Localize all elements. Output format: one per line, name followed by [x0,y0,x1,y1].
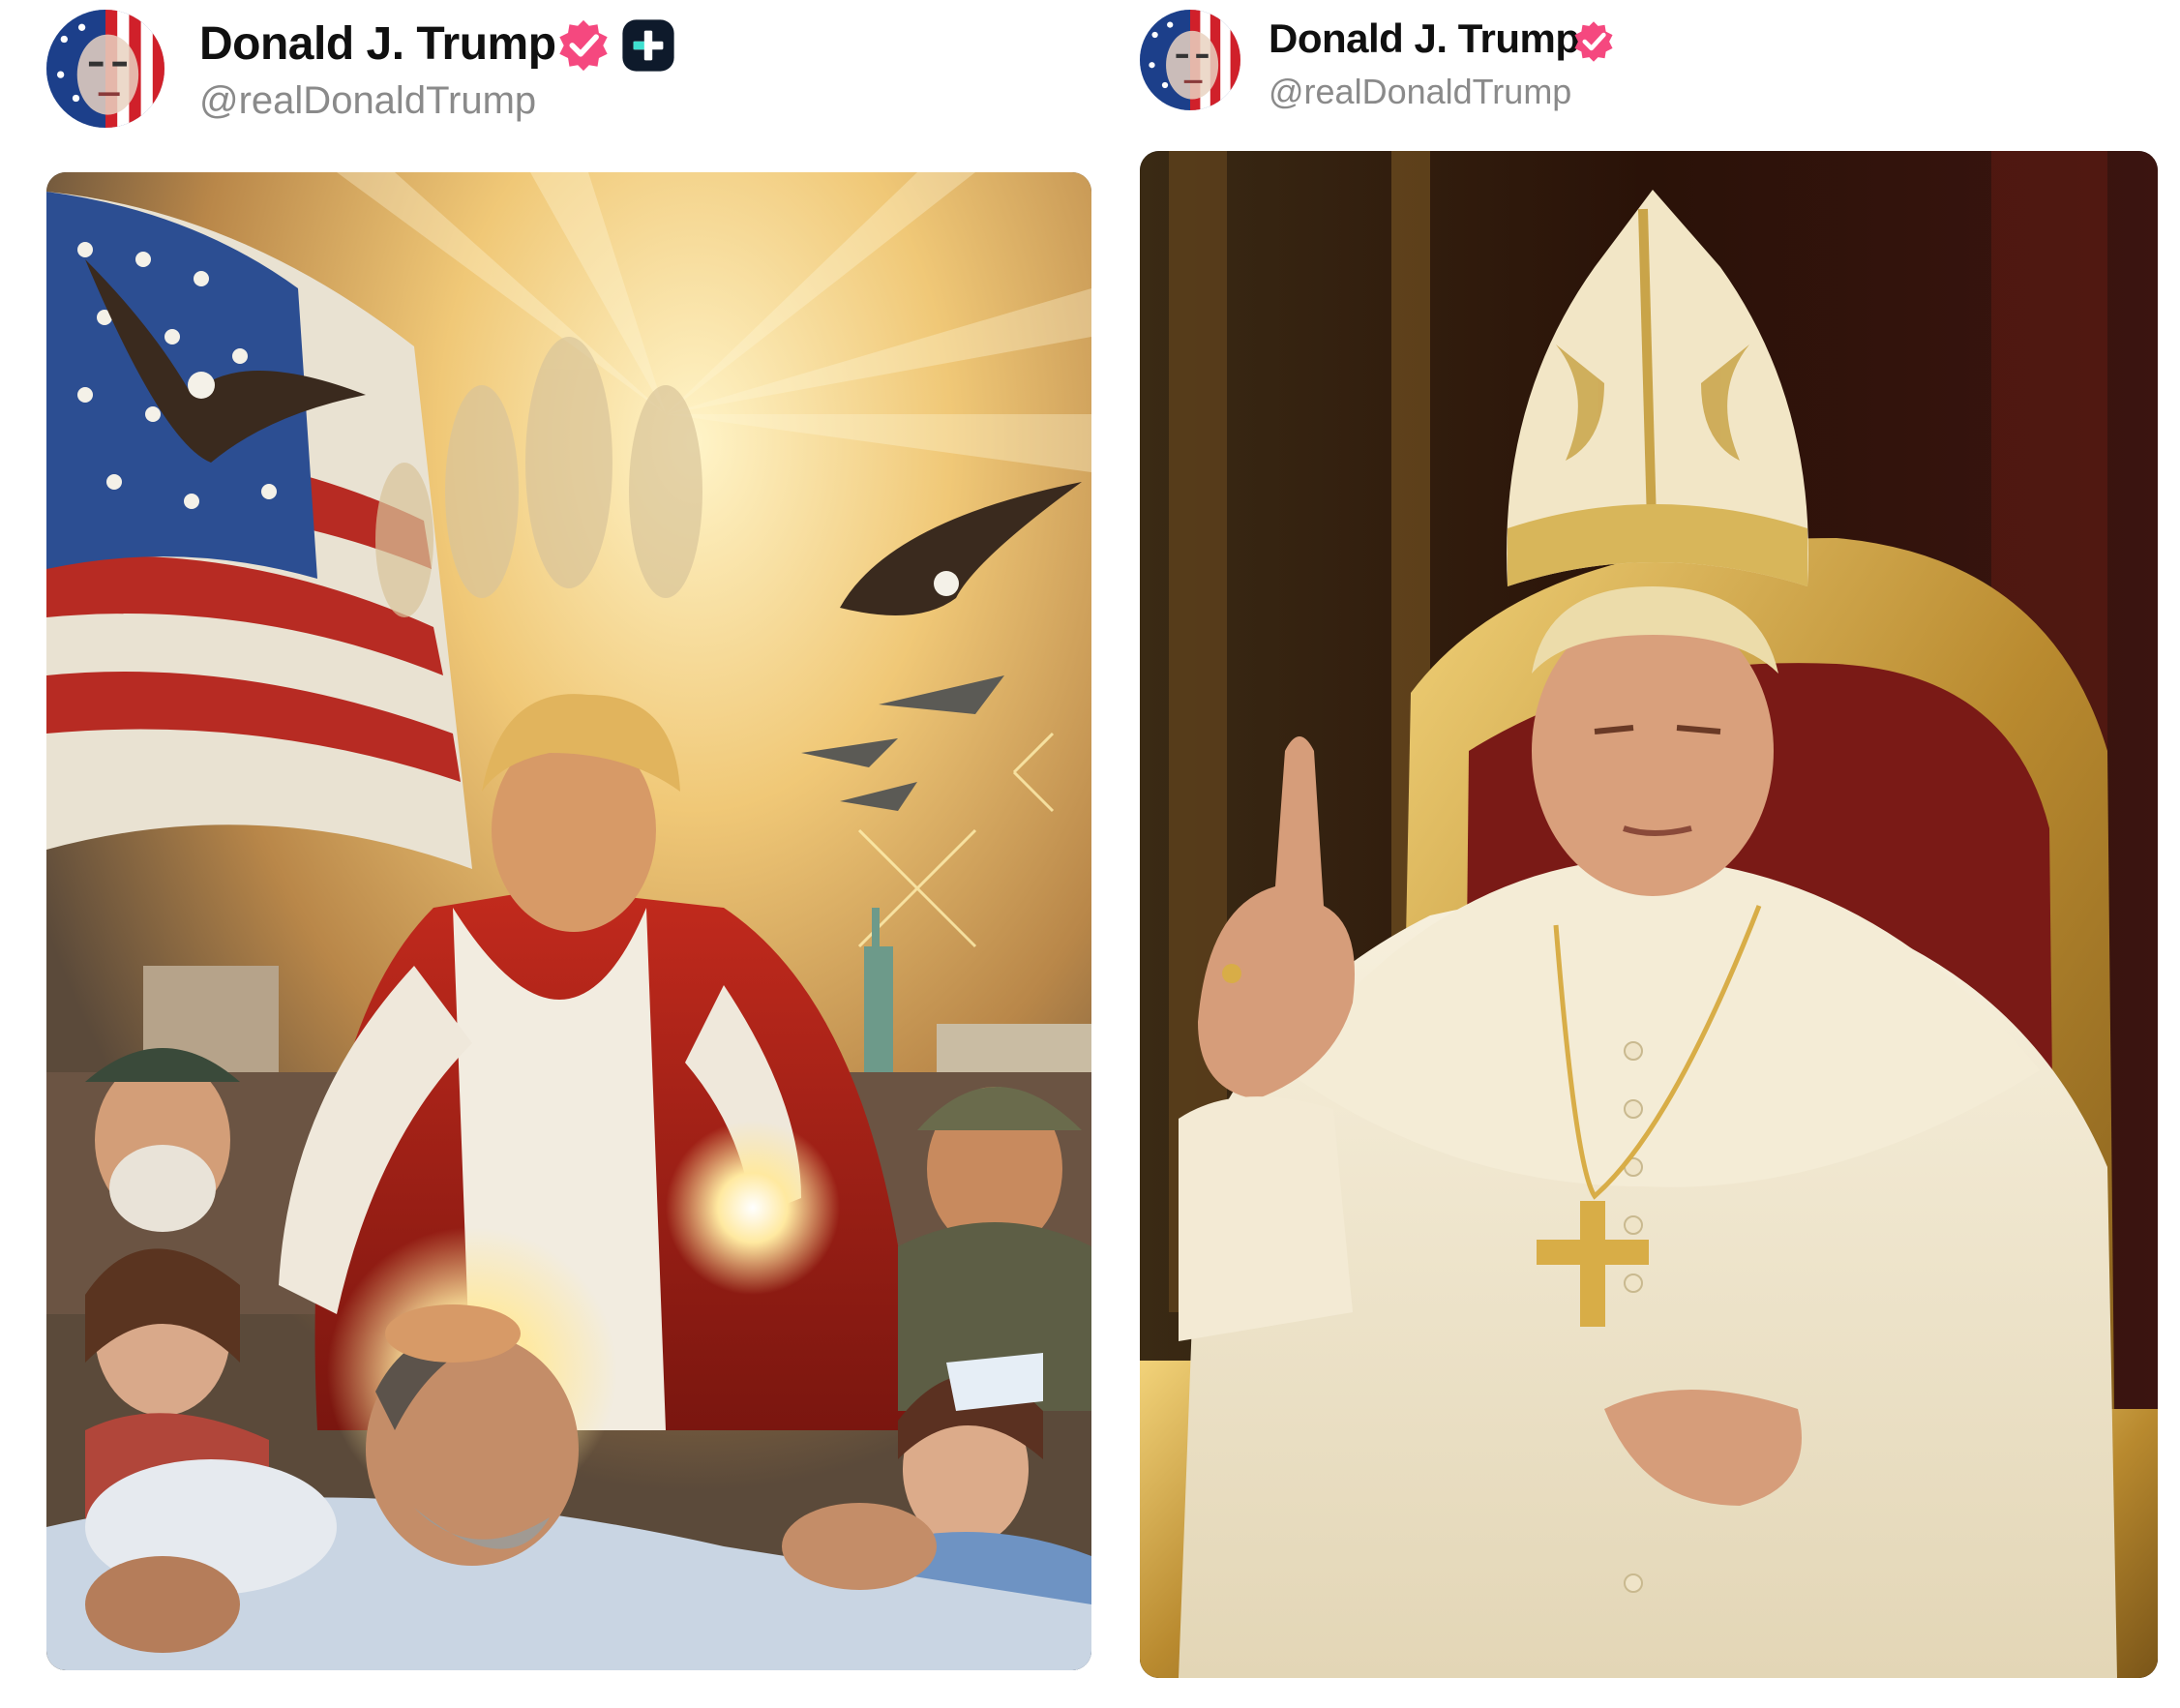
post-card: Donald J. Trump @realDonaldTrump [0,0,1093,1708]
portrait-papal-image [1140,151,2158,1678]
author-avatar[interactable] [46,10,164,128]
post-card: Donald J. Trump @realDonaldTrump [1093,0,2180,1708]
author-display-name[interactable]: Donald J. Trump [199,17,556,71]
post-image[interactable] [1140,151,2158,1678]
verified-badge-icon [1571,19,1616,64]
painting-healer-image [46,172,1091,1670]
author-avatar[interactable] [1140,10,1240,110]
author-handle[interactable]: @realDonaldTrump [1269,72,1571,112]
author-handle[interactable]: @realDonaldTrump [199,79,536,123]
plus-badge-icon [621,18,675,73]
avatar-flag-face-icon [46,10,164,128]
author-display-name[interactable]: Donald J. Trump [1269,15,1580,62]
avatar-flag-face-icon [1140,10,1240,110]
verified-badge-icon [555,17,612,74]
post-image[interactable] [46,172,1091,1670]
